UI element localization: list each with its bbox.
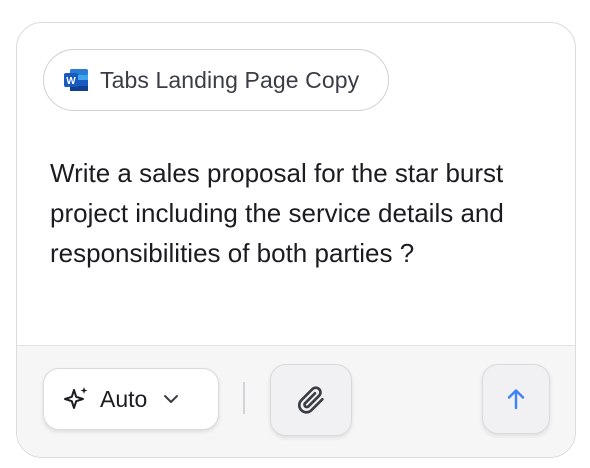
model-label: Auto [100,385,148,412]
sparkle-icon [64,387,88,409]
prompt-text[interactable]: Write a sales proposal for the star burs… [50,153,520,273]
word-document-icon: W [64,69,88,91]
chevron-down-icon [164,395,179,403]
prompt-composer: W Tabs Landing Page Copy Write a sales p… [16,22,576,458]
toolbar-divider [243,382,245,414]
model-selector-button[interactable]: Auto [43,368,219,430]
attachment-label: Tabs Landing Page Copy [100,66,360,93]
composer-toolbar: Auto [17,345,575,457]
attachment-chip[interactable]: W Tabs Landing Page Copy [43,49,389,111]
send-button[interactable] [482,364,550,434]
attach-file-button[interactable] [270,364,352,436]
paperclip-icon [297,386,324,414]
svg-text:W: W [66,76,76,87]
arrow-up-icon [507,389,525,410]
